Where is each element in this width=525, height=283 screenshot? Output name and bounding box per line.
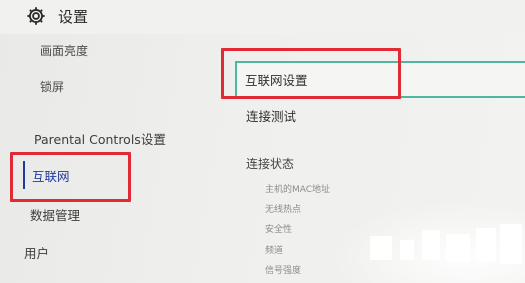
status-field-security: 安全性 — [265, 225, 293, 235]
sidebar-item-lock-screen[interactable]: 锁屏 — [40, 78, 64, 95]
status-field-hotspot: 无线热点 — [265, 205, 302, 215]
sidebar-item-users[interactable]: 用户 — [24, 243, 49, 262]
connection-test-item[interactable]: 连接测试 — [246, 106, 296, 125]
header-bar: 设置 — [0, 0, 525, 34]
connection-status-heading: 连接状态 — [246, 157, 295, 171]
page-title: 设置 — [58, 8, 89, 26]
status-field-mac-address: 主机的MAC地址 — [265, 185, 331, 195]
highlight-box-internet — [10, 152, 131, 202]
status-field-channel: 频道 — [265, 246, 284, 256]
settings-screen: 设置 画面亮度 锁屏 Parental Controls设置 互联网 数据管理 … — [0, 0, 525, 283]
gear-icon — [27, 7, 45, 25]
status-field-signal-strength: 信号强度 — [265, 266, 302, 276]
watermark — [330, 200, 525, 283]
sidebar-item-data-management[interactable]: 数据管理 — [30, 205, 80, 224]
sidebar-item-brightness[interactable]: 画面亮度 — [40, 42, 88, 59]
highlight-box-internet-settings — [221, 48, 401, 99]
sidebar-item-parental-controls[interactable]: Parental Controls设置 — [34, 129, 166, 148]
